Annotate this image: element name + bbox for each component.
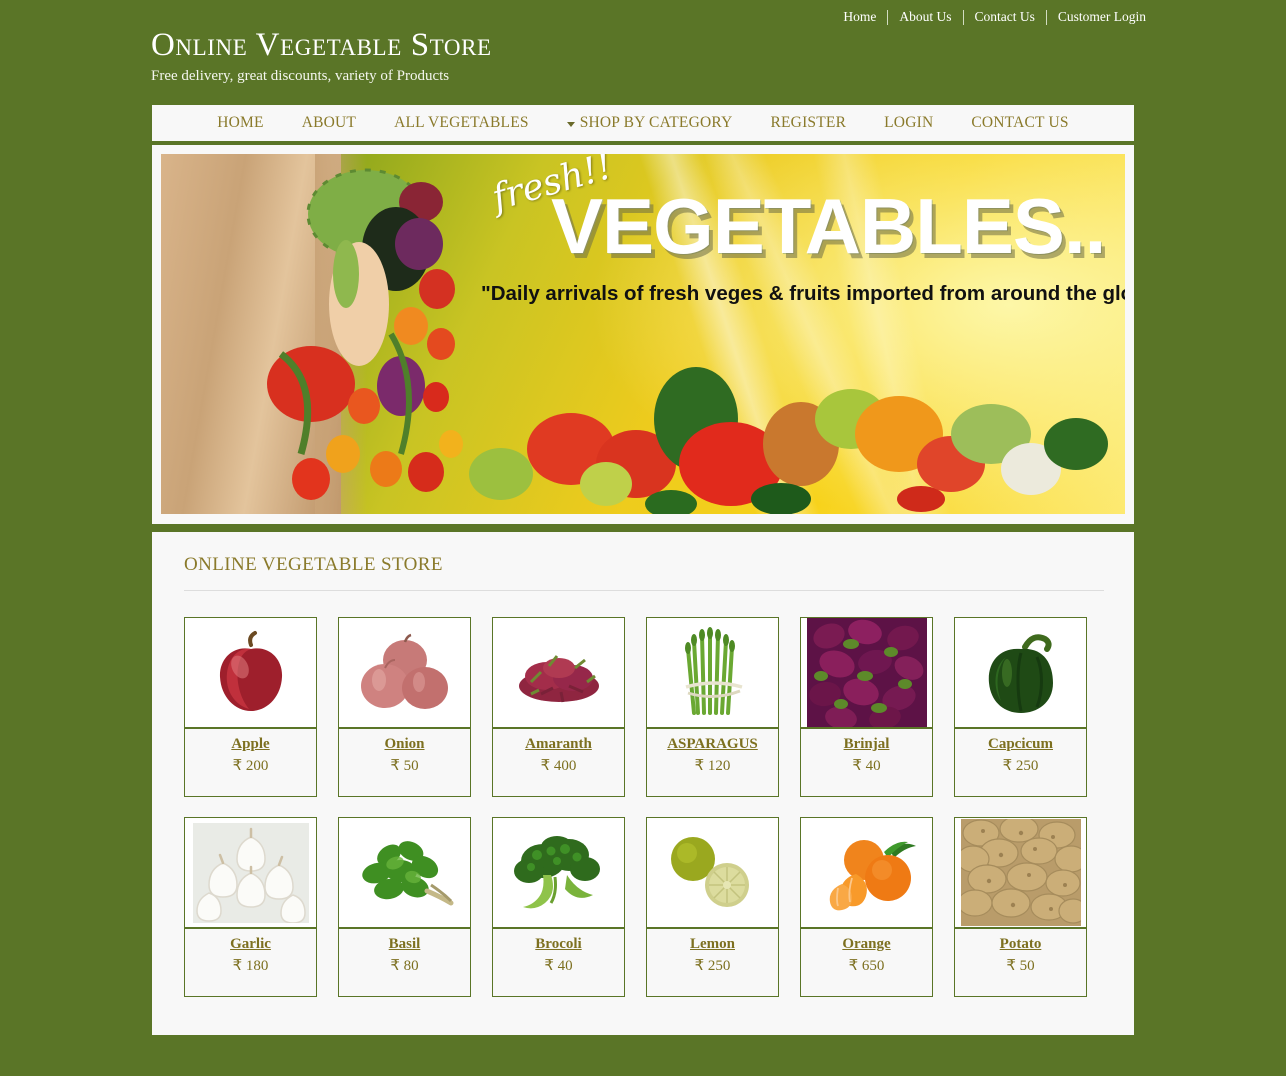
nav-item-about[interactable]: ABOUT	[283, 114, 375, 132]
product-card-amaranth[interactable]: Amaranth ₹ 400	[492, 617, 625, 797]
lemon-image	[647, 818, 778, 929]
orange-image	[801, 818, 932, 929]
product-price: ₹ 250	[1002, 758, 1039, 774]
product-price: ₹ 50	[1006, 958, 1035, 974]
product-price: ₹ 200	[232, 758, 269, 774]
nav-item-label: ABOUT	[301, 114, 357, 131]
nav-item-label: SHOP BY CATEGORY	[579, 114, 733, 131]
product-info: Apple ₹ 200	[185, 729, 316, 775]
product-info: Garlic ₹ 180	[185, 929, 316, 975]
brand: Online Vegetable Store Free delivery, gr…	[151, 26, 492, 85]
product-info: Onion ₹ 50	[339, 729, 470, 775]
hero-banner: fresh!! VEGETABLES.. "Daily arrivals of …	[161, 154, 1125, 514]
potato-image	[955, 818, 1086, 929]
product-name-link[interactable]: Orange	[842, 936, 890, 953]
utility-link-home[interactable]: Home	[843, 9, 887, 25]
nav-item-label: ALL VEGETABLES	[394, 114, 529, 131]
site-title: Online Vegetable Store	[151, 27, 492, 63]
apple-image	[185, 618, 316, 729]
product-grid: Apple ₹ 200 Onion ₹ 50 Amaranth ₹ 400 AS…	[174, 617, 1104, 997]
product-card-basil[interactable]: Basil ₹ 80	[338, 817, 471, 997]
product-card-brinjal[interactable]: Brinjal ₹ 40	[800, 617, 933, 797]
utility-link-customer-login[interactable]: Customer Login	[1047, 9, 1146, 25]
nav-item-all-vegetables[interactable]: ALL VEGETABLES	[375, 114, 548, 132]
nav-item-register[interactable]: REGISTER	[751, 114, 865, 132]
nav-item-login[interactable]: LOGIN	[865, 114, 952, 132]
product-card-lemon[interactable]: Lemon ₹ 250	[646, 817, 779, 997]
product-name-link[interactable]: ASPARAGUS	[667, 736, 758, 753]
site-tagline: Free delivery, great discounts, variety …	[151, 68, 450, 84]
nav-item-shop-by-category[interactable]: SHOP BY CATEGORY	[548, 114, 752, 132]
nav-item-home[interactable]: HOME	[198, 114, 282, 132]
page-title: ONLINE VEGETABLE STORE	[184, 554, 443, 575]
product-name-link[interactable]: Capcicum	[988, 736, 1053, 753]
product-price: ₹ 400	[540, 758, 577, 774]
product-name-link[interactable]: Brinjal	[844, 736, 890, 753]
product-info: Brinjal ₹ 40	[801, 729, 932, 775]
product-card-garlic[interactable]: Garlic ₹ 180	[184, 817, 317, 997]
capsicum-image	[955, 618, 1086, 729]
product-price: ₹ 80	[390, 958, 419, 974]
product-card-onion[interactable]: Onion ₹ 50	[338, 617, 471, 797]
product-name-link[interactable]: Basil	[389, 936, 421, 953]
product-name-link[interactable]: Apple	[231, 736, 269, 753]
main-navigation: HOME ABOUT ALL VEGETABLES SHOP BY CATEGO…	[152, 103, 1134, 143]
product-card-brocoli[interactable]: Brocoli ₹ 40	[492, 817, 625, 997]
product-card-apple[interactable]: Apple ₹ 200	[184, 617, 317, 797]
utility-separator	[962, 9, 964, 25]
hero-vegetable-cluster-bottom	[469, 367, 1108, 514]
utility-separator	[887, 9, 889, 25]
product-price: ₹ 40	[852, 758, 881, 774]
product-card-capcicum[interactable]: Capcicum ₹ 250	[954, 617, 1087, 797]
product-info: Basil ₹ 80	[339, 929, 470, 975]
product-info: ASPARAGUS ₹ 120	[647, 729, 778, 775]
product-name-link[interactable]: Amaranth	[525, 736, 592, 753]
hero-banner-panel: fresh!! VEGETABLES.. "Daily arrivals of …	[152, 145, 1134, 524]
product-price: ₹ 250	[694, 958, 731, 974]
utility-separator	[1045, 9, 1047, 25]
section-divider	[184, 590, 1104, 591]
product-price: ₹ 50	[390, 758, 419, 774]
product-price: ₹ 650	[848, 958, 885, 974]
product-name-link[interactable]: Garlic	[230, 936, 271, 953]
product-info: Lemon ₹ 250	[647, 929, 778, 975]
nav-item-label: HOME	[217, 114, 264, 131]
utility-link-about-us[interactable]: About Us	[888, 9, 962, 25]
broccoli-image	[493, 818, 624, 929]
product-name-link[interactable]: Brocoli	[535, 936, 581, 953]
main-navigation-items: HOME ABOUT ALL VEGETABLES SHOP BY CATEGO…	[198, 114, 1087, 132]
amaranth-image	[493, 618, 624, 729]
chevron-down-icon	[566, 121, 575, 127]
product-price: ₹ 120	[694, 758, 731, 774]
product-card-orange[interactable]: Orange ₹ 650	[800, 817, 933, 997]
product-info: Amaranth ₹ 400	[493, 729, 624, 775]
nav-item-label: CONTACT US	[971, 114, 1069, 131]
utility-link-contact-us[interactable]: Contact Us	[964, 9, 1046, 25]
products-panel: ONLINE VEGETABLE STORE Apple ₹ 200 Onion	[152, 532, 1134, 1035]
product-info: Orange ₹ 650	[801, 929, 932, 975]
product-price: ₹ 40	[544, 958, 573, 974]
brinjal-image	[801, 618, 932, 729]
product-name-link[interactable]: Potato	[1000, 936, 1042, 953]
hero-tagline: "Daily arrivals of fresh veges & fruits …	[481, 282, 1125, 305]
nav-item-label: REGISTER	[770, 114, 847, 131]
onion-image	[339, 618, 470, 729]
product-card-asparagus[interactable]: ASPARAGUS ₹ 120	[646, 617, 779, 797]
product-name-link[interactable]: Onion	[384, 736, 424, 753]
garlic-image	[185, 818, 316, 929]
page-root: Home About Us Contact Us Customer Login …	[0, 0, 1286, 1076]
utility-nav: Home About Us Contact Us Customer Login	[843, 9, 1146, 25]
product-card-potato[interactable]: Potato ₹ 50	[954, 817, 1087, 997]
basil-image	[339, 818, 470, 929]
product-price: ₹ 180	[232, 958, 269, 974]
product-info: Capcicum ₹ 250	[955, 729, 1086, 775]
nav-item-contact-us[interactable]: CONTACT US	[952, 114, 1087, 132]
asparagus-image	[647, 618, 778, 729]
nav-item-label: LOGIN	[884, 114, 934, 131]
product-info: Brocoli ₹ 40	[493, 929, 624, 975]
hero-title: VEGETABLES..	[551, 182, 1106, 270]
product-info: Potato ₹ 50	[955, 929, 1086, 975]
product-name-link[interactable]: Lemon	[690, 936, 735, 953]
